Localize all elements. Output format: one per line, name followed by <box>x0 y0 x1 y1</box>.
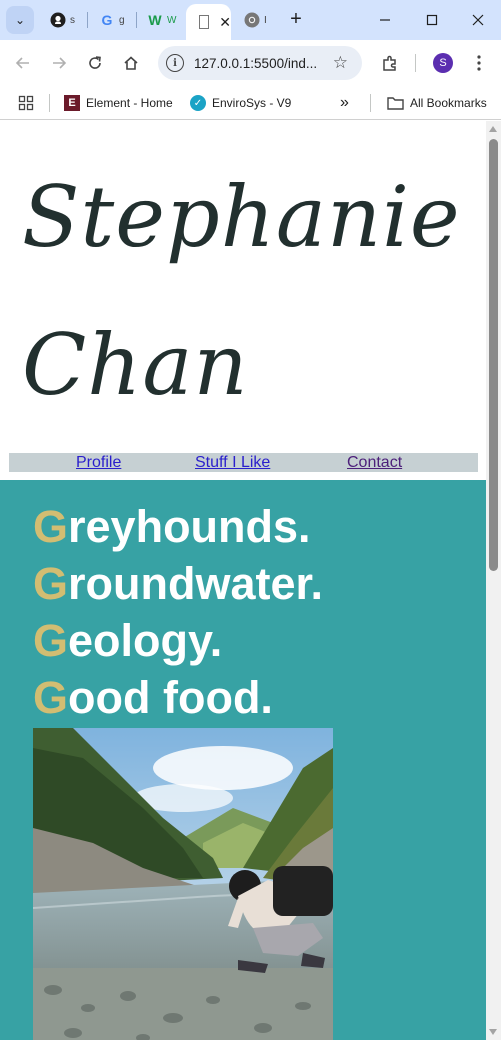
chrome-icon <box>244 12 260 28</box>
page-scrollbar[interactable] <box>486 121 501 1040</box>
scroll-thumb[interactable] <box>489 139 498 571</box>
element-icon: E <box>64 95 80 111</box>
maximize-button[interactable] <box>420 8 444 32</box>
bookmark-element[interactable]: E Element - Home <box>64 92 173 114</box>
site-name-line1: Stephanie <box>22 168 461 266</box>
hero-line-geology: Geology. <box>33 615 223 666</box>
tab-strip: ⌄ s G g W W ✕ I + <box>0 0 501 40</box>
menu-icon[interactable] <box>467 51 491 75</box>
forward-button[interactable] <box>47 51 71 75</box>
page-viewport: Stephanie Chan Profile Stuff I Like Cont… <box>0 121 486 1040</box>
toolbar-separator <box>415 54 416 72</box>
close-icon[interactable]: ✕ <box>219 14 231 31</box>
site-name: Stephanie Chan <box>22 143 461 439</box>
info-icon[interactable]: i <box>166 54 184 72</box>
hero-section: Greyhounds. Groundwater. Geology. Good f… <box>0 480 486 1040</box>
nav-link-profile[interactable]: Profile <box>76 453 121 472</box>
home-button[interactable] <box>119 51 143 75</box>
star-icon[interactable]: ☆ <box>333 53 348 73</box>
reload-button[interactable] <box>83 51 107 75</box>
bookmark-envirosys[interactable]: ✓ EnviroSys - V9 <box>190 92 291 114</box>
nav-link-contact[interactable]: Contact <box>347 453 402 472</box>
tab-active[interactable]: ✕ <box>186 4 231 40</box>
webflow-icon: W <box>148 12 162 28</box>
profile-avatar[interactable]: S <box>433 53 453 73</box>
all-bookmarks-button[interactable]: All Bookmarks <box>387 92 487 114</box>
address-bar[interactable]: i 127.0.0.1:5500/ind... ☆ <box>158 46 362 80</box>
extensions-icon[interactable] <box>378 51 402 75</box>
scroll-down-arrow-icon[interactable] <box>489 1029 497 1035</box>
google-icon: G <box>101 12 113 28</box>
tab-github[interactable]: s <box>40 6 84 34</box>
site-name-line2: Chan <box>22 316 249 414</box>
url-text[interactable]: 127.0.0.1:5500/ind... <box>194 56 324 71</box>
bookmarks-bar: E Element - Home ✓ EnviroSys - V9 » All … <box>0 86 501 120</box>
hero-line-groundwater: Groundwater. <box>33 558 324 609</box>
apps-icon[interactable] <box>18 92 34 114</box>
tab-search-button[interactable]: ⌄ <box>6 6 34 34</box>
close-window-button[interactable] <box>466 8 490 32</box>
tab-separator <box>87 12 88 28</box>
back-button[interactable] <box>11 51 35 75</box>
tab-webflow[interactable]: W W <box>137 6 181 34</box>
hero-line-greyhounds: Greyhounds. <box>33 501 311 552</box>
nav-link-stuff-i-like[interactable]: Stuff I Like <box>195 453 270 472</box>
new-tab-button[interactable]: + <box>286 9 306 29</box>
github-icon <box>50 12 66 28</box>
bookmarks-separator <box>49 94 50 112</box>
folder-icon <box>387 97 404 110</box>
page-icon <box>196 14 211 30</box>
browser-toolbar: i 127.0.0.1:5500/ind... ☆ S <box>0 40 501 86</box>
check-badge-icon: ✓ <box>190 95 206 111</box>
chevron-down-icon: ⌄ <box>14 13 26 27</box>
river-photo <box>33 728 333 1040</box>
minimize-button[interactable] <box>373 8 397 32</box>
site-nav: Profile Stuff I Like Contact <box>9 453 478 472</box>
more-bookmarks-chevron-icon[interactable]: » <box>340 92 349 114</box>
tab-google[interactable]: G g <box>89 6 133 34</box>
hero-line-good-food: Good food. <box>33 672 273 723</box>
bookmarks-separator <box>370 94 371 112</box>
scroll-up-arrow-icon[interactable] <box>489 126 497 132</box>
tab-chrome[interactable]: I <box>234 6 278 34</box>
